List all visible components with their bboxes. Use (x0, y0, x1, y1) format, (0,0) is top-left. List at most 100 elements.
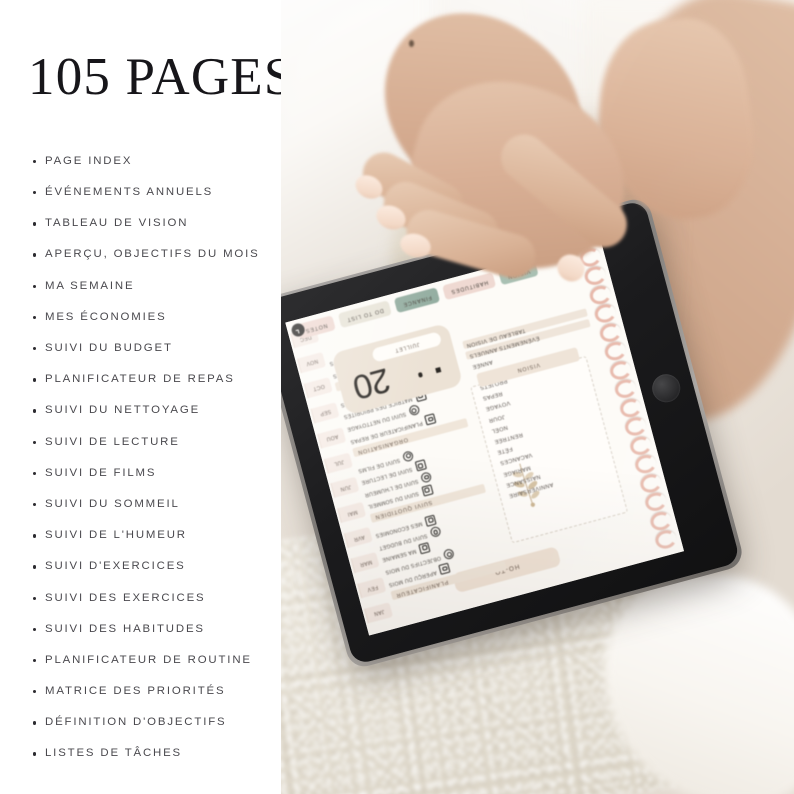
month-tab[interactable]: JUL (323, 452, 353, 474)
list-item: PAGE INDEX (0, 146, 281, 177)
list-item: SUIVI DE LECTURE (0, 427, 281, 458)
bullet-icon (33, 159, 37, 164)
index-thumbnail-icon (402, 450, 415, 463)
bullet-icon (33, 721, 37, 725)
spiral-ring (588, 283, 614, 307)
bullet-icon (33, 191, 37, 195)
events-list-box: ANNIVERSAIRE NAISSANCE MARIAGE VACANCES FÊTE… (470, 347, 629, 544)
list-item-label: MATRICE DES PRIORITÉS (45, 685, 226, 698)
spiral-ring (643, 490, 669, 514)
list-item: APERÇU, OBJECTIFS DU MOIS (0, 240, 281, 271)
index-thumbnail-icon (443, 548, 456, 561)
month-tab[interactable]: SEP (310, 402, 340, 424)
month-tab[interactable]: AVR (343, 527, 373, 549)
month-tab[interactable]: AOU (317, 427, 347, 449)
list-item-label: SUIVI DE FILMS (45, 466, 157, 479)
index-thumbnail-icon (424, 413, 437, 426)
list-item: LISTES DE TÂCHES (0, 739, 281, 770)
circle-dot-icon (417, 372, 424, 378)
index-thumbnail-icon (421, 484, 434, 497)
bullet-icon (33, 565, 37, 569)
month-tab[interactable]: MAI (337, 502, 367, 524)
bullet-icon (33, 253, 37, 257)
list-item-label: SUIVI DU NETTOYAGE (45, 404, 201, 417)
list-item: SUIVI DU NETTOYAGE (0, 396, 281, 427)
list-item-label: SUIVI DES EXERCICES (45, 591, 206, 604)
spiral-ring (598, 320, 624, 344)
bullet-icon (33, 378, 37, 382)
index-thumbnail-icon (408, 404, 421, 417)
list-item: SUIVI DES HABITUDES (0, 614, 281, 645)
list-item: SUIVI DU BUDGET (0, 333, 281, 364)
skin-mole (409, 40, 414, 47)
spiral-ring (603, 339, 629, 363)
square-dot-icon (435, 367, 442, 374)
bullet-icon (33, 690, 37, 694)
spiral-ring (608, 358, 634, 382)
month-tab[interactable]: FEV (357, 577, 387, 599)
bullet-icon (33, 627, 37, 632)
list-item-label: PLANIFICATEUR DE REPAS (45, 373, 235, 386)
spiral-ring (613, 377, 639, 401)
spiral-ring (593, 302, 619, 325)
list-item-label: PLANIFICATEUR DE ROUTINE (45, 653, 252, 666)
list-item: MA SEMAINE (0, 271, 281, 302)
list-item: SUIVI DE L'HUMEUR (0, 520, 281, 551)
list-item-label: SUIVI D'EXERCICES (45, 560, 186, 573)
list-item-label: DÉFINITION D'OBJECTIFS (45, 716, 227, 729)
list-item-label: SUIVI DES HABITUDES (45, 622, 205, 635)
list-item: SUIVI DE FILMS (0, 458, 281, 489)
list-item: ÉVÉNEMENTS ANNUELS (0, 177, 281, 208)
index-thumbnail-icon (424, 514, 437, 527)
list-item-label: APERÇU, OBJECTIFS DU MOIS (45, 248, 260, 261)
index-thumbnail-icon (429, 525, 442, 539)
list-item: MES ÉCONOMIES (0, 302, 281, 333)
list-item-label: MA SEMAINE (45, 279, 135, 292)
month-tab[interactable]: MAR (350, 552, 380, 574)
list-item-label: PAGE INDEX (45, 154, 133, 167)
spiral-ring (653, 528, 679, 551)
month-tab[interactable]: JAN (364, 602, 394, 624)
spiral-ring (583, 264, 609, 288)
bullet-icon (33, 752, 37, 756)
list-item: DÉFINITION D'OBJECTIFS (0, 707, 281, 738)
feature-list: PAGE INDEX ÉVÉNEMENTS ANNUELS TABLEAU DE V… (0, 146, 281, 770)
bullet-icon (33, 222, 37, 226)
spiral-ring (633, 452, 659, 476)
bullet-icon (33, 315, 37, 320)
list-item: PLANIFICATEUR DE ROUTINE (0, 645, 281, 676)
bullet-icon (33, 347, 37, 351)
screenshot-root: 105 PAGES PAGE INDEX ÉVÉNEMENTS ANNUELS TA… (0, 0, 794, 794)
spiral-ring (623, 415, 649, 438)
month-tab[interactable]: NOV (297, 351, 327, 374)
list-item-label: MES ÉCONOMIES (45, 310, 167, 323)
left-content-panel: 105 PAGES PAGE INDEX ÉVÉNEMENTS ANNUELS TA… (0, 0, 281, 794)
spiral-ring (648, 509, 674, 533)
list-item: TABLEAU DE VISION (0, 208, 281, 239)
list-item: PLANIFICATEUR DE REPAS (0, 364, 281, 395)
product-photo: JANFEVMARAVRMAIJUNJULAOUSEPOCTNOVDEC HO-… (281, 0, 794, 794)
list-item-label: TABLEAU DE VISION (45, 217, 189, 230)
bullet-icon (33, 440, 37, 444)
month-tab[interactable]: OCT (303, 376, 333, 399)
list-item-label: SUIVI DU SOMMEIL (45, 497, 180, 510)
list-item-label: SUIVI DU BUDGET (45, 342, 173, 355)
bullet-icon (33, 284, 37, 289)
list-item: MATRICE DES PRIORITÉS (0, 676, 281, 707)
list-item-label: LISTES DE TÂCHES (45, 747, 182, 760)
list-item-label: SUIVI DE L'HUMEUR (45, 529, 187, 542)
bullet-icon (33, 502, 37, 507)
date-number: 20 (349, 360, 395, 407)
date-card-dots (417, 367, 442, 378)
list-item: SUIVI DES EXERCICES (0, 583, 281, 614)
list-item: SUIVI DU SOMMEIL (0, 489, 281, 520)
list-item-label: SUIVI DE LECTURE (45, 435, 180, 448)
spiral-ring (638, 471, 664, 495)
bullet-icon (33, 471, 37, 476)
index-thumbnail-icon (418, 541, 431, 555)
page-title: 105 PAGES (28, 48, 281, 106)
bullet-icon (33, 596, 37, 600)
spiral-ring (618, 396, 644, 420)
index-thumbnail-icon (420, 471, 433, 484)
month-tab[interactable]: JUN (330, 477, 360, 499)
